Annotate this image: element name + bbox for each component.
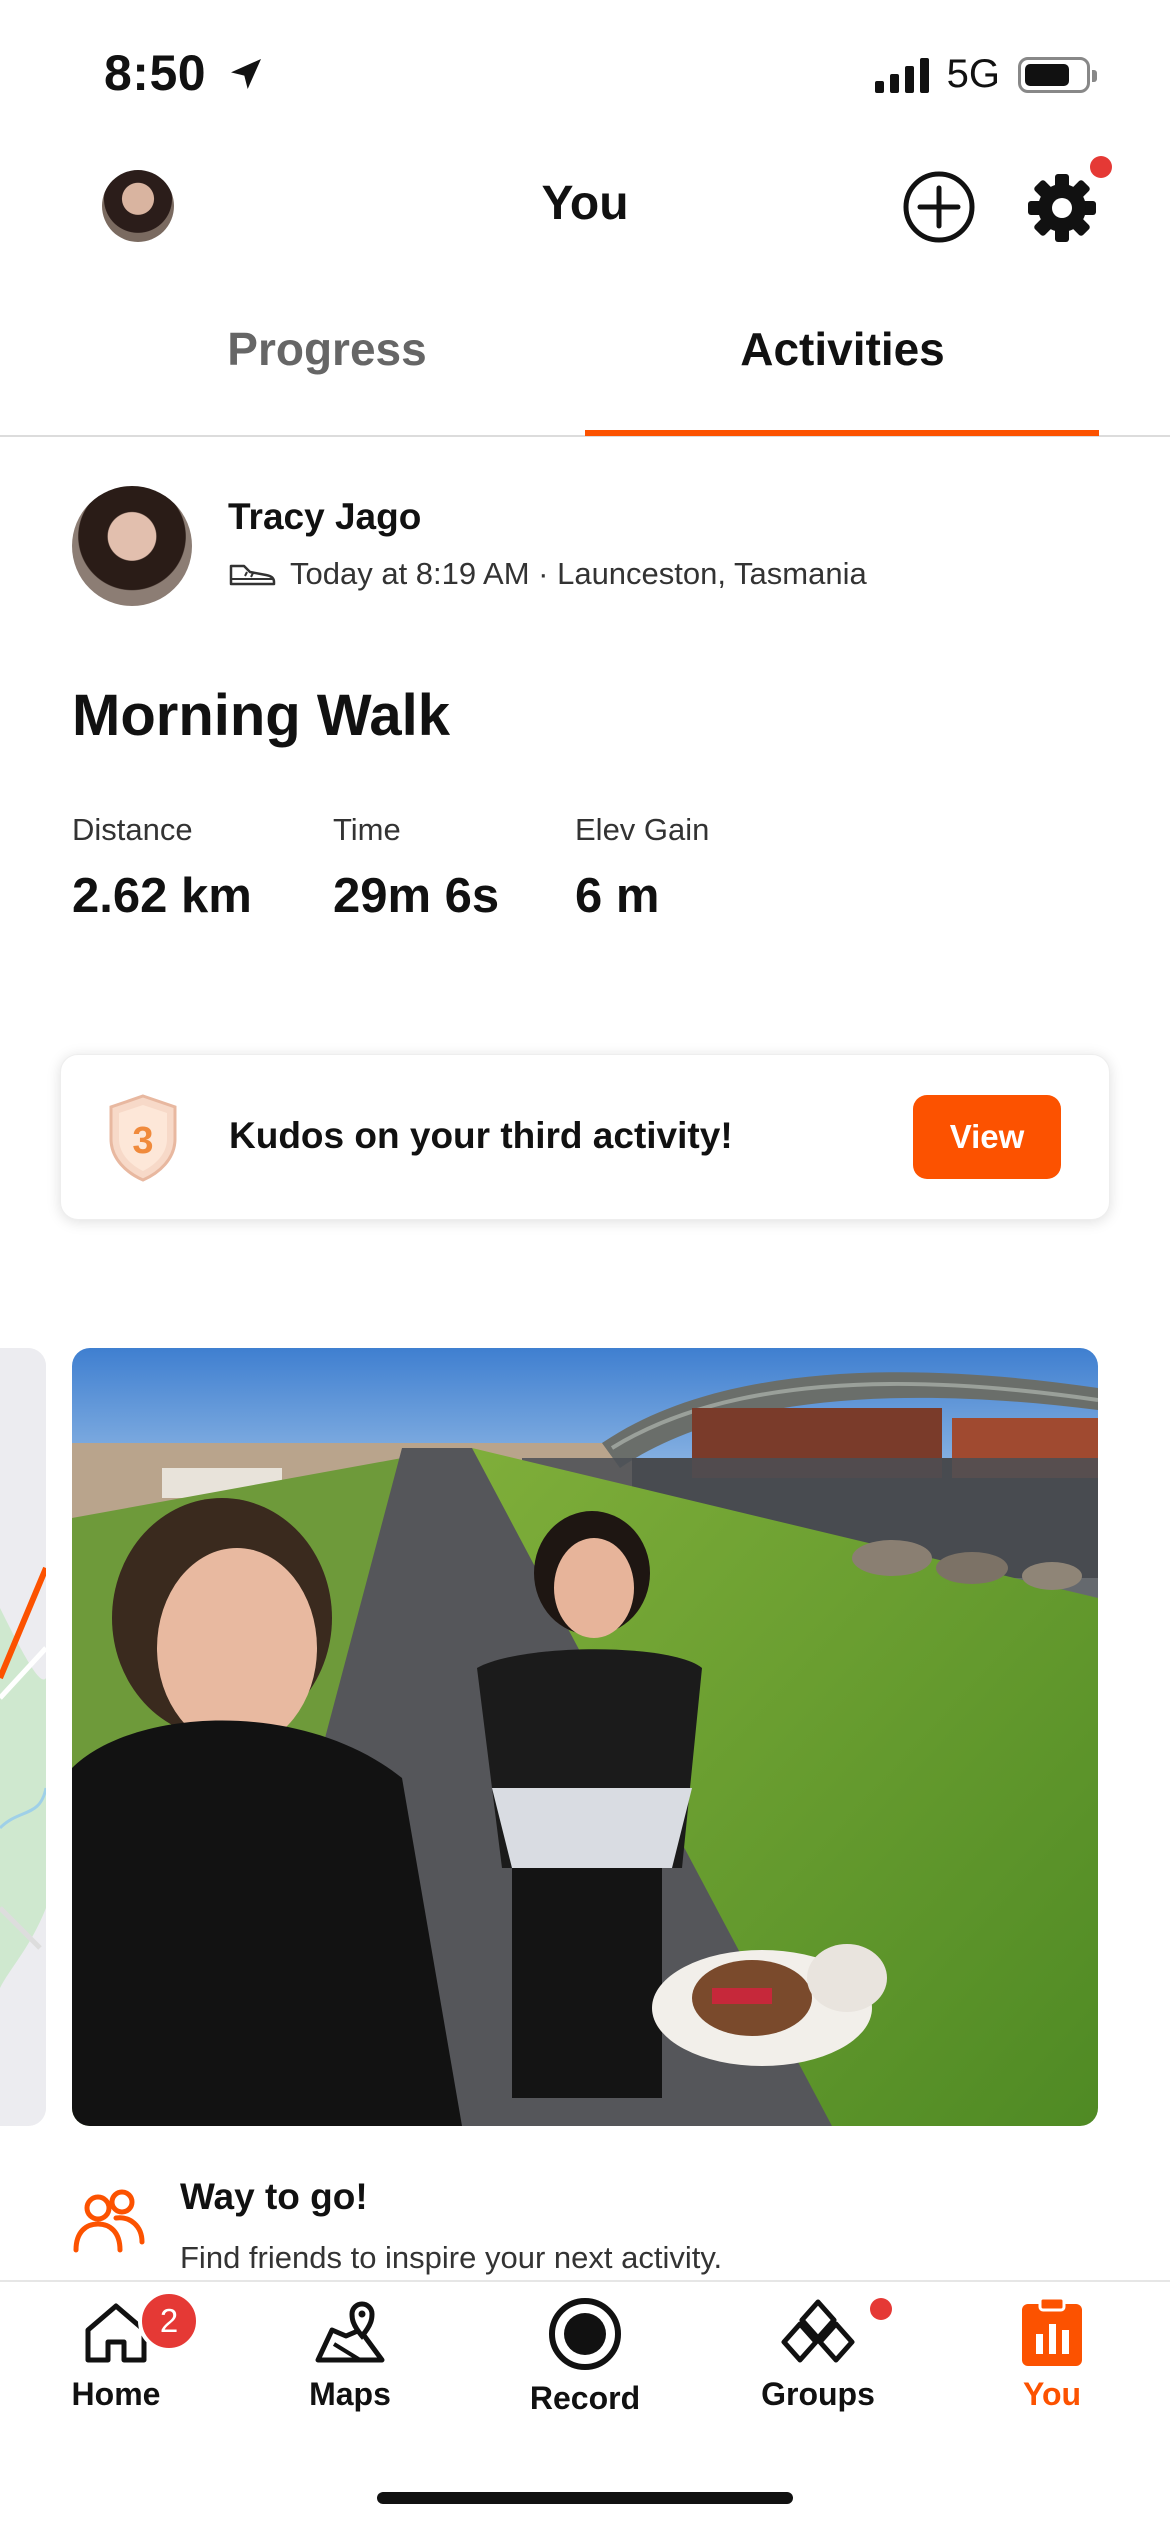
signal-icon xyxy=(874,57,929,93)
stat-value: 29m 6s xyxy=(333,869,500,923)
activity-title[interactable]: Morning Walk xyxy=(72,682,450,749)
groups-icon xyxy=(781,2299,855,2363)
friends-icon xyxy=(73,2189,145,2253)
nav-record[interactable]: Record xyxy=(485,2296,685,2417)
home-indicator xyxy=(377,2492,793,2504)
way-to-go-subtitle[interactable]: Find friends to inspire your next activi… xyxy=(180,2240,722,2276)
nav-maps[interactable]: Maps xyxy=(250,2296,450,2413)
status-time: 8:50 xyxy=(104,44,266,102)
nav-groups-label: Groups xyxy=(761,2376,875,2412)
nav-record-label: Record xyxy=(529,2380,641,2416)
activity-meta-text: Today at 8:19 AM · Launceston, Tasmania xyxy=(290,556,867,591)
way-to-go-title: Way to go! xyxy=(180,2176,368,2217)
settings-gear-icon[interactable] xyxy=(1024,170,1100,246)
kudos-text: Kudos on your third activity! xyxy=(229,1115,733,1156)
add-icon[interactable] xyxy=(902,170,976,244)
activity-meta: Today at 8:19 AM · Launceston, Tasmania xyxy=(228,556,867,592)
view-button[interactable]: View xyxy=(913,1095,1061,1179)
stat-time: Time 29m 6s xyxy=(333,812,499,924)
stat-value: 2.62 km xyxy=(72,869,252,923)
tab-activities[interactable]: Activities xyxy=(585,322,1100,376)
achievement-badge-icon: 3 xyxy=(109,1094,177,1182)
battery-icon xyxy=(1018,56,1097,93)
route-map-thumbnail[interactable] xyxy=(0,1348,46,2126)
home-notification-badge: 2 xyxy=(138,2290,200,2352)
athlete-avatar[interactable] xyxy=(72,486,192,606)
stat-label: Distance xyxy=(72,812,193,847)
activity-photo[interactable] xyxy=(72,1348,1098,2126)
stat-distance: Distance 2.62 km xyxy=(72,812,252,924)
nav-you-label: You xyxy=(1022,2376,1082,2412)
nav-you[interactable]: You xyxy=(952,2296,1152,2413)
status-time-text: 8:50 xyxy=(104,45,207,101)
maps-icon xyxy=(315,2301,385,2363)
stat-label: Elev Gain xyxy=(575,812,710,847)
nav-home-label: Home xyxy=(71,2376,161,2412)
tab-progress[interactable]: Progress xyxy=(42,322,612,376)
settings-notification-dot xyxy=(1090,156,1112,178)
location-arrow-icon xyxy=(231,59,262,89)
active-tab-indicator xyxy=(585,430,1099,436)
nav-maps-label: Maps xyxy=(309,2376,391,2412)
stat-value: 6 m xyxy=(575,869,660,923)
groups-notification-dot xyxy=(870,2298,892,2320)
stat-elev-gain: Elev Gain 6 m xyxy=(575,812,709,924)
you-clipboard-icon xyxy=(1022,2296,1082,2366)
stat-label: Time xyxy=(333,812,401,847)
athlete-name[interactable]: Tracy Jago xyxy=(228,496,421,538)
kudos-card[interactable]: 3 Kudos on your third activity! View xyxy=(60,1054,1110,1220)
page-title: You xyxy=(541,177,629,230)
record-icon xyxy=(549,2298,621,2370)
status-indicators: 5G xyxy=(874,52,1097,97)
route-map-graphic xyxy=(0,1348,46,2126)
network-type: 5G xyxy=(946,52,1000,96)
activity-photo-graphic xyxy=(72,1348,1098,2126)
badge-number: 3 xyxy=(132,1120,153,1162)
shoe-icon xyxy=(229,564,276,586)
